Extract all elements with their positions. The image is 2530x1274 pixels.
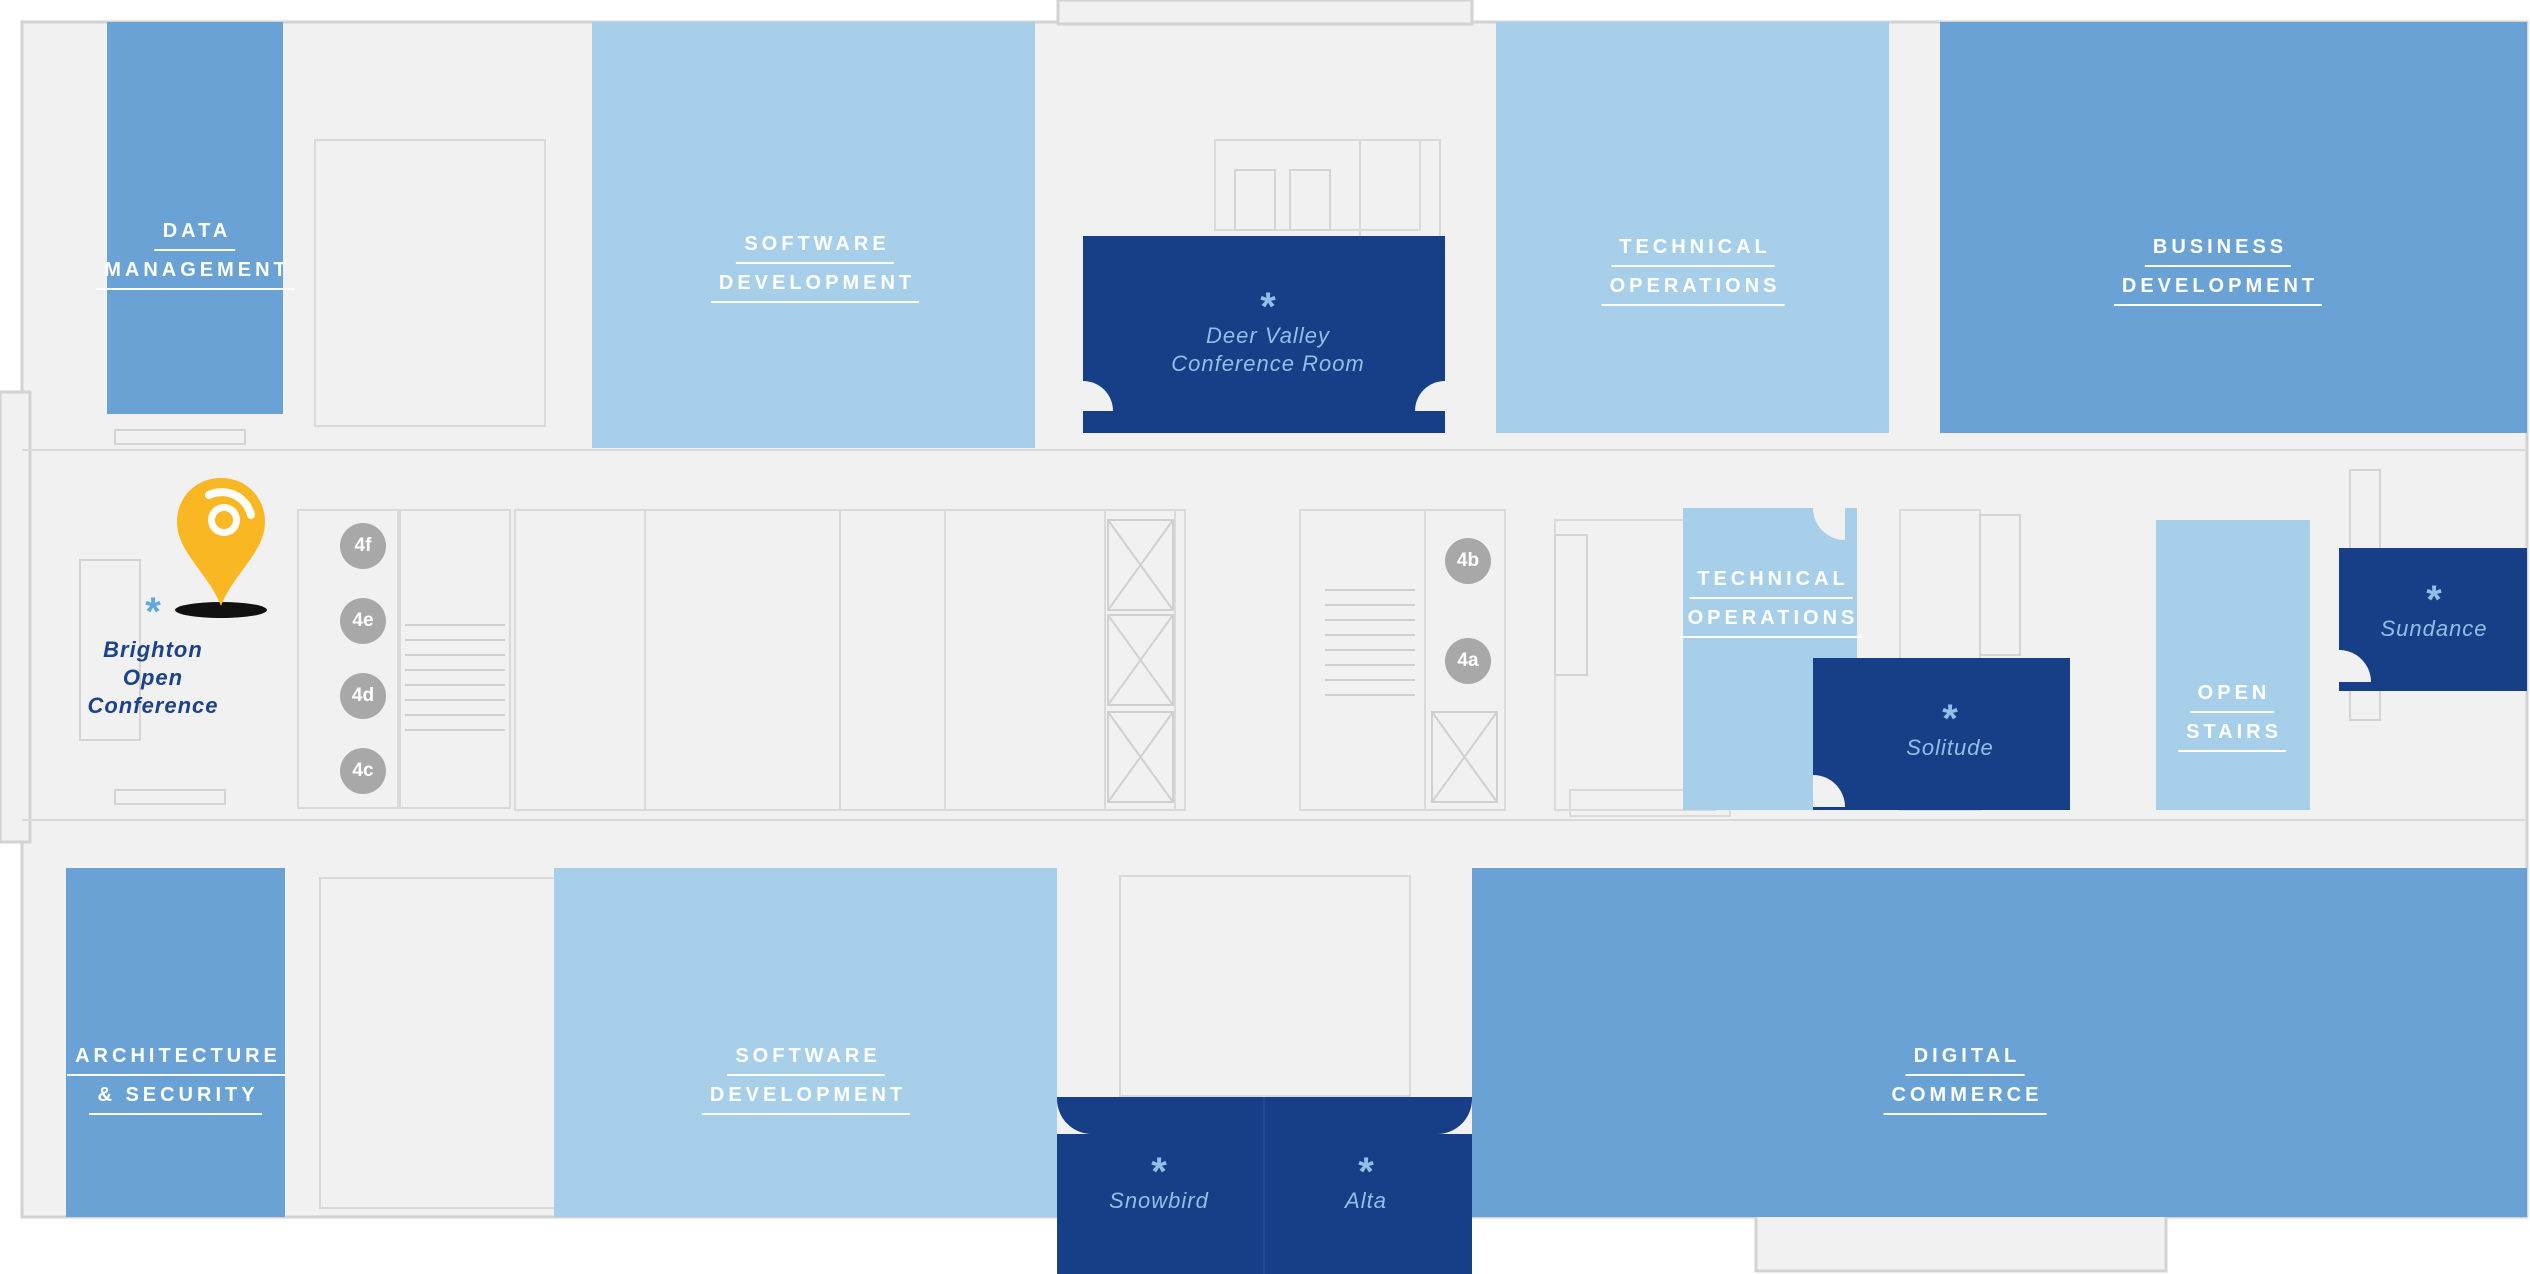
label-technical-operations-mid: TECHNICAL OPERATIONS [1679,568,1863,638]
label-software-development-top: SOFTWARE DEVELOPMENT [710,233,920,303]
label-data-management: DATA MANAGEMENT [96,220,294,290]
elevator-4c[interactable]: 4c [340,748,386,794]
label-solitude: * Solitude [1906,697,1994,760]
conference-star-icon: * [1151,1150,1167,1194]
location-pin-icon[interactable] [161,470,281,620]
floor-plan-map: DATA MANAGEMENT SOFTWARE DEVELOPMENT TEC… [0,0,2530,1274]
label-digital-commerce: DIGITAL COMMERCE [1883,1045,2047,1115]
elevator-4a[interactable]: 4a [1445,638,1491,684]
label-architecture-security: ARCHITECTURE & SECURITY [67,1045,285,1115]
elevator-4d[interactable]: 4d [340,673,386,719]
label-technical-operations-top: TECHNICAL OPERATIONS [1601,236,1785,306]
conference-star-icon: * [1358,1150,1374,1194]
label-deer-valley: * Deer Valley Conference Room [1171,285,1365,376]
conference-star-icon: * [2426,578,2442,622]
label-business-development: BUSINESS DEVELOPMENT [2113,236,2323,306]
label-open-stairs: OPEN STAIRS [2178,682,2286,752]
elevator-4e[interactable]: 4e [340,598,386,644]
label-brighton-open-conference[interactable]: Brighton Open Conference [87,636,218,720]
label-software-development-bottom: SOFTWARE DEVELOPMENT [701,1045,911,1115]
elevator-4b[interactable]: 4b [1445,538,1491,584]
conference-star-icon: * [1942,697,1958,741]
label-sundance: * Sundance [2380,578,2488,641]
conference-star-icon: * [1260,285,1276,329]
label-alta: * Alta [1345,1150,1387,1213]
elevator-4f[interactable]: 4f [340,523,386,569]
conference-star-icon: * [145,590,161,634]
label-snowbird: * Snowbird [1109,1150,1209,1213]
